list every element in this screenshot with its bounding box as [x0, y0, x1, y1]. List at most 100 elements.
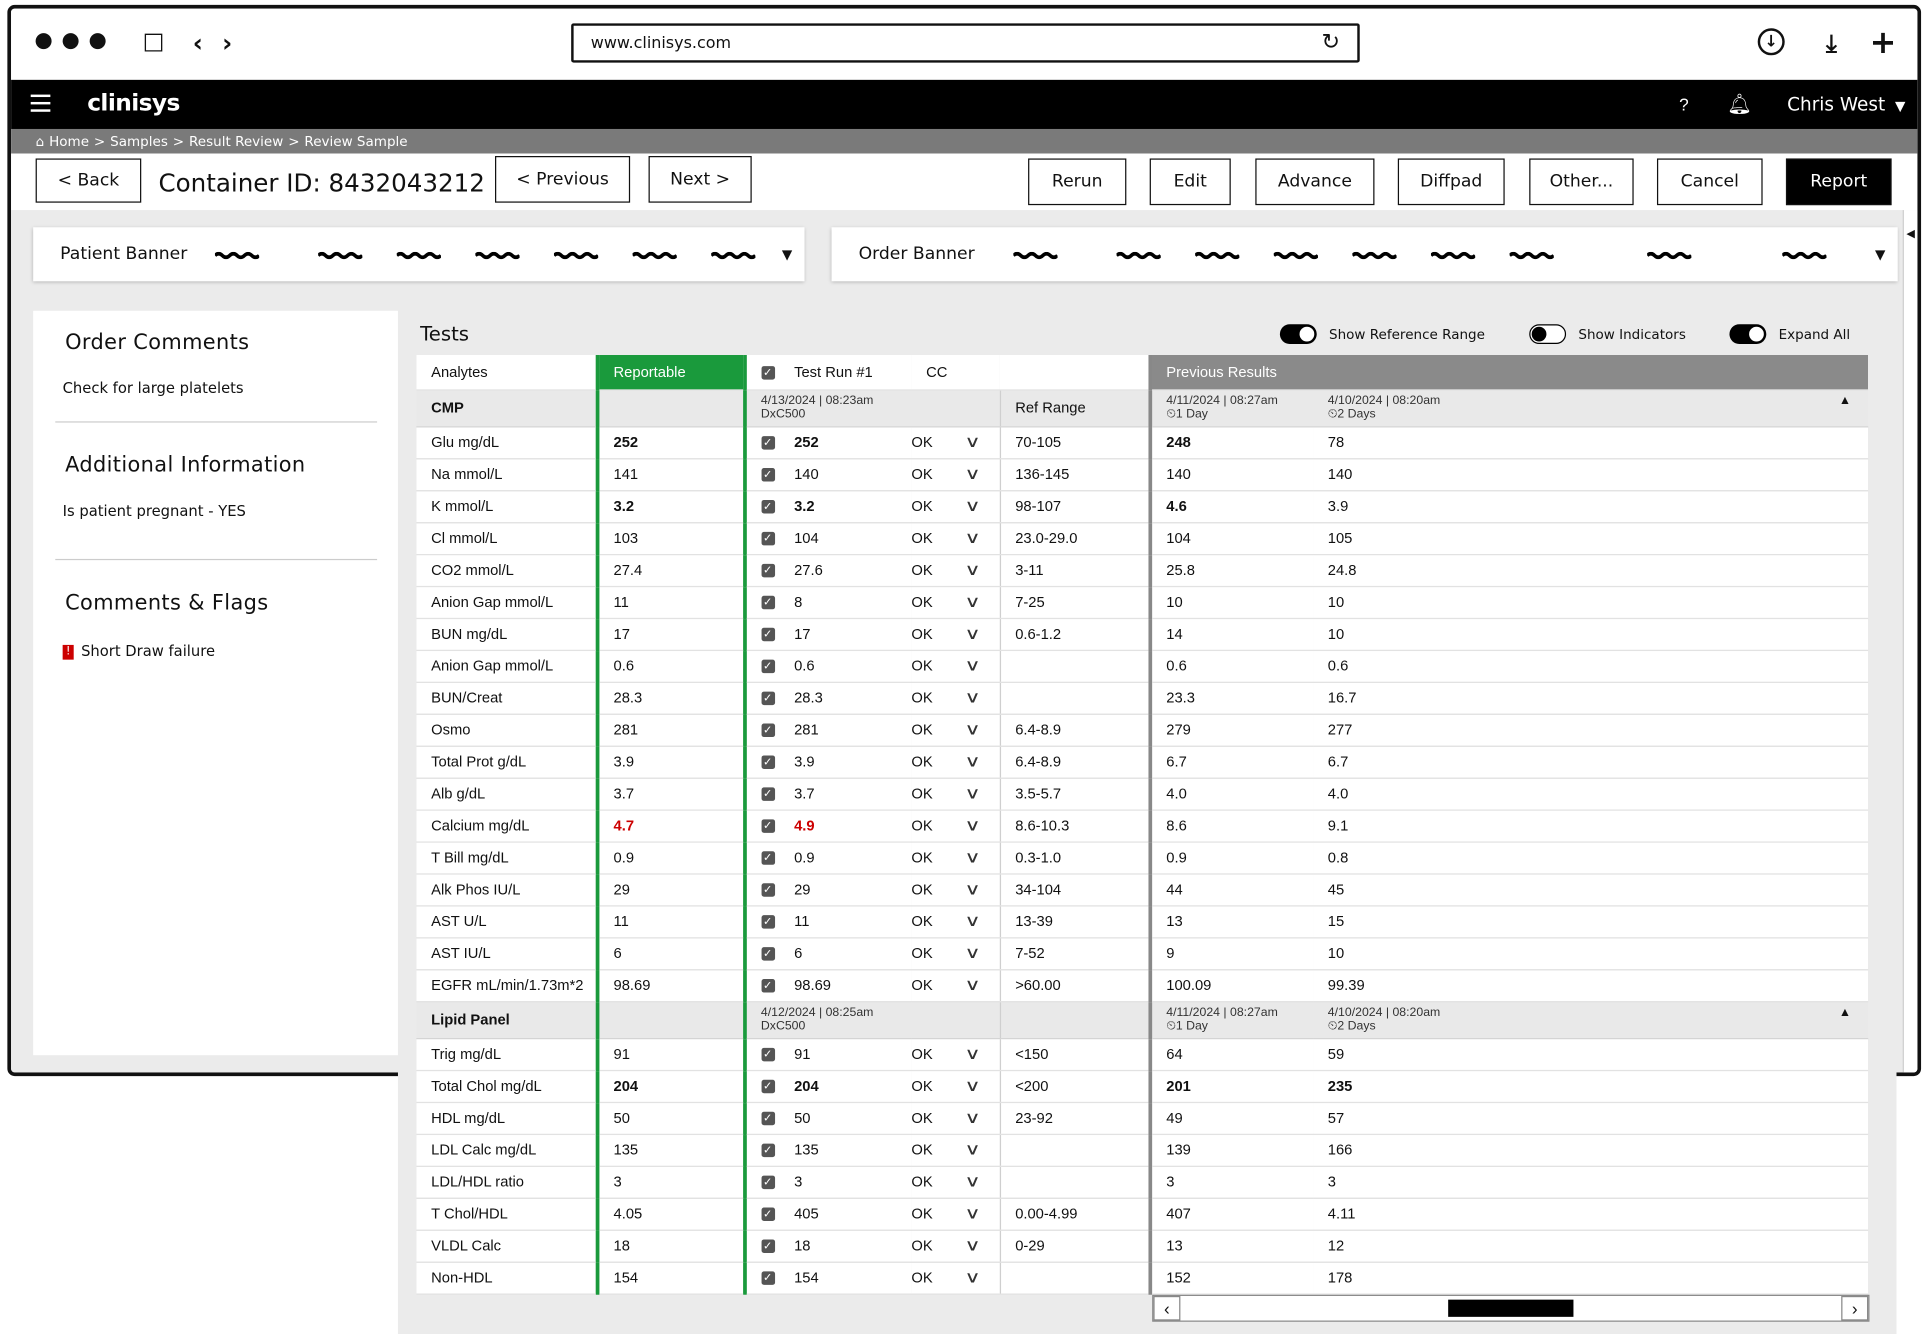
cc-select[interactable]: OK ∨	[911, 1229, 1000, 1263]
table-row[interactable]: Total Prot g/dL 3.9 ✓ 3.9 OK ∨ 6.4-8.9 6.7 6.7	[416, 745, 1869, 779]
table-row[interactable]: Na mmol/L 141 ✓ 140 OK ∨ 136-145 140 140	[416, 458, 1869, 491]
cc-select[interactable]: OK ∨	[911, 1165, 1000, 1199]
reportable-value[interactable]: 0.9	[595, 841, 747, 875]
cc-select[interactable]: OK ∨	[911, 458, 1000, 491]
reload-icon[interactable]: ↻	[1322, 29, 1341, 55]
report-button[interactable]: Report	[1785, 158, 1892, 206]
result-checkbox[interactable]: ✓	[760, 1207, 775, 1222]
chevron-down-icon[interactable]: ∨	[965, 464, 981, 484]
chevron-down-icon[interactable]: ∨	[965, 592, 981, 612]
chevron-down-icon[interactable]: ∨	[965, 624, 981, 644]
result-checkbox[interactable]: ✓	[760, 819, 775, 834]
chevron-down-icon[interactable]: ∨	[965, 528, 981, 548]
chevron-down-icon[interactable]: ∨	[965, 688, 981, 708]
result-checkbox[interactable]: ✓	[760, 1271, 775, 1286]
header-previous-results[interactable]: Previous Results	[1147, 355, 1869, 391]
chevron-down-icon[interactable]: ∨	[965, 880, 981, 900]
result-checkbox[interactable]: ✓	[760, 564, 775, 578]
header-test-run[interactable]: ✓ Test Run #1	[744, 355, 912, 391]
reportable-value[interactable]: 27.4	[595, 554, 747, 587]
reportable-value[interactable]: 50	[595, 1101, 747, 1135]
result-checkbox[interactable]: ✓	[760, 915, 775, 930]
chevron-down-icon[interactable]: ∨	[965, 560, 981, 580]
reportable-value[interactable]: 103	[595, 522, 747, 555]
cc-select[interactable]: OK ∨	[911, 777, 1000, 811]
result-checkbox[interactable]: ✓	[760, 1175, 775, 1190]
reportable-value[interactable]: 11	[595, 905, 747, 938]
advance-button[interactable]: Advance	[1255, 158, 1375, 206]
ref-range-header[interactable]	[999, 1001, 1150, 1039]
result-checkbox[interactable]: ✓	[760, 500, 775, 514]
reportable-value[interactable]: 17	[595, 617, 747, 651]
hamburger-menu-icon[interactable]	[30, 94, 51, 112]
cc-select[interactable]: OK ∨	[911, 1101, 1000, 1135]
result-checkbox[interactable]: ✓	[760, 660, 775, 674]
cc-select[interactable]: OK ∨	[911, 969, 1000, 1002]
cc-select[interactable]: OK ∨	[911, 426, 1000, 459]
cc-select[interactable]: OK ∨	[911, 585, 1000, 619]
cc-select[interactable]: OK ∨	[911, 1197, 1000, 1231]
result-checkbox[interactable]: ✓	[760, 883, 775, 898]
cc-select[interactable]: OK ∨	[911, 937, 1000, 970]
chevron-down-icon[interactable]: ∨	[965, 943, 981, 963]
reportable-value[interactable]: 6	[595, 937, 747, 970]
table-row[interactable]: Total Chol mg/dL 204 ✓ 204 OK ∨ <200 201 235	[416, 1069, 1869, 1103]
table-row[interactable]: K mmol/L 3.2 ✓ 3.2 OK ∨ 98-107 4.6 3.9	[416, 490, 1869, 523]
table-row[interactable]: Calcium mg/dL 4.7 ✓ 4.9 OK ∨ 8.6-10.3 8.6 9.1	[416, 809, 1869, 843]
table-row[interactable]: AST IU/L 6 ✓ 6 OK ∨ 7-52 9 10	[416, 937, 1869, 970]
table-row[interactable]: EGFR mL/min/1.73m*2 98.69 ✓ 98.69 OK ∨ >60.00 1…	[416, 969, 1869, 1002]
section-header-row[interactable]: Lipid Panel 4/12/2024 | 08:25am DxC500 4/11…	[416, 1001, 1869, 1039]
reportable-value[interactable]: 154	[595, 1261, 747, 1295]
scroll-right-icon[interactable]: ›	[1841, 1295, 1869, 1321]
reportable-value[interactable]: 0.6	[595, 649, 747, 683]
section-header-row[interactable]: CMP 4/13/2024 | 08:23am DxC500 Ref Range 4/1…	[416, 389, 1869, 427]
chevron-down-icon[interactable]: ∨	[965, 1076, 981, 1096]
table-row[interactable]: HDL mg/dL 50 ✓ 50 OK ∨ 23-92 49 57	[416, 1101, 1869, 1135]
result-checkbox[interactable]: ✓	[760, 979, 775, 993]
chevron-down-icon[interactable]: ∨	[965, 1108, 981, 1128]
chevron-down-icon[interactable]: ∨	[965, 1236, 981, 1256]
result-checkbox[interactable]: ✓	[760, 755, 775, 770]
chevron-down-icon[interactable]: ∨	[965, 720, 981, 740]
toggle-show-reference-range[interactable]: Show Reference Range	[1279, 324, 1485, 344]
table-row[interactable]: LDL Calc mg/dL 135 ✓ 135 OK ∨ 139 166	[416, 1133, 1869, 1167]
collapse-section-icon[interactable]: ▲	[1839, 1006, 1851, 1020]
checkbox-select-all[interactable]: ✓	[760, 366, 775, 380]
previous-button[interactable]: < Previous	[495, 156, 631, 203]
help-icon[interactable]: ?	[1679, 95, 1689, 115]
toggle-switch[interactable]	[1279, 324, 1317, 344]
reportable-value[interactable]: 11	[595, 585, 747, 619]
table-row[interactable]: BUN mg/dL 17 ✓ 17 OK ∨ 0.6-1.2 14 10	[416, 617, 1869, 651]
back-arrow-icon[interactable]: ‹	[183, 28, 212, 57]
breadcrumb-home[interactable]: Home	[49, 133, 89, 149]
chevron-down-icon[interactable]: ∨	[965, 848, 981, 868]
cc-select[interactable]: OK ∨	[911, 905, 1000, 938]
cc-select[interactable]: OK ∨	[911, 1261, 1000, 1295]
reportable-value[interactable]: 252	[595, 426, 747, 459]
cc-select[interactable]: OK ∨	[911, 809, 1000, 843]
result-checkbox[interactable]: ✓	[760, 1080, 775, 1094]
table-row[interactable]: Alk Phos IU/L 29 ✓ 29 OK ∨ 34-104 44 45	[416, 873, 1869, 906]
back-button[interactable]: < Back	[35, 158, 142, 203]
download-tray-icon[interactable]: ⤓	[1817, 28, 1846, 57]
result-checkbox[interactable]: ✓	[760, 436, 775, 450]
table-row[interactable]: CO2 mmol/L 27.4 ✓ 27.6 OK ∨ 3-11 25.8 24.8	[416, 554, 1869, 587]
table-row[interactable]: T Bill mg/dL 0.9 ✓ 0.9 OK ∨ 0.3-1.0 0.9 0.8	[416, 841, 1869, 875]
bookmark-icon[interactable]: ☐	[139, 28, 168, 57]
table-row[interactable]: AST U/L 11 ✓ 11 OK ∨ 13-39 13 15	[416, 905, 1869, 938]
result-checkbox[interactable]: ✓	[760, 723, 775, 738]
reportable-value[interactable]: 3.2	[595, 490, 747, 523]
chevron-down-icon[interactable]: ∨	[965, 752, 981, 772]
chevron-down-icon[interactable]: ▼	[1875, 247, 1885, 263]
cancel-button[interactable]: Cancel	[1656, 158, 1763, 206]
reportable-value[interactable]: 204	[595, 1069, 747, 1103]
scroll-thumb[interactable]	[1448, 1299, 1574, 1317]
cc-select[interactable]: OK ∨	[911, 617, 1000, 651]
diffpad-button[interactable]: Diffpad	[1397, 158, 1505, 206]
result-checkbox[interactable]: ✓	[760, 1144, 775, 1158]
table-row[interactable]: VLDL Calc 18 ✓ 18 OK ∨ 0-29 13 12	[416, 1229, 1869, 1263]
reportable-value[interactable]: 135	[595, 1133, 747, 1167]
result-checkbox[interactable]: ✓	[760, 1048, 775, 1062]
scroll-left-icon[interactable]: ‹	[1153, 1295, 1181, 1321]
edit-button[interactable]: Edit	[1149, 158, 1231, 206]
